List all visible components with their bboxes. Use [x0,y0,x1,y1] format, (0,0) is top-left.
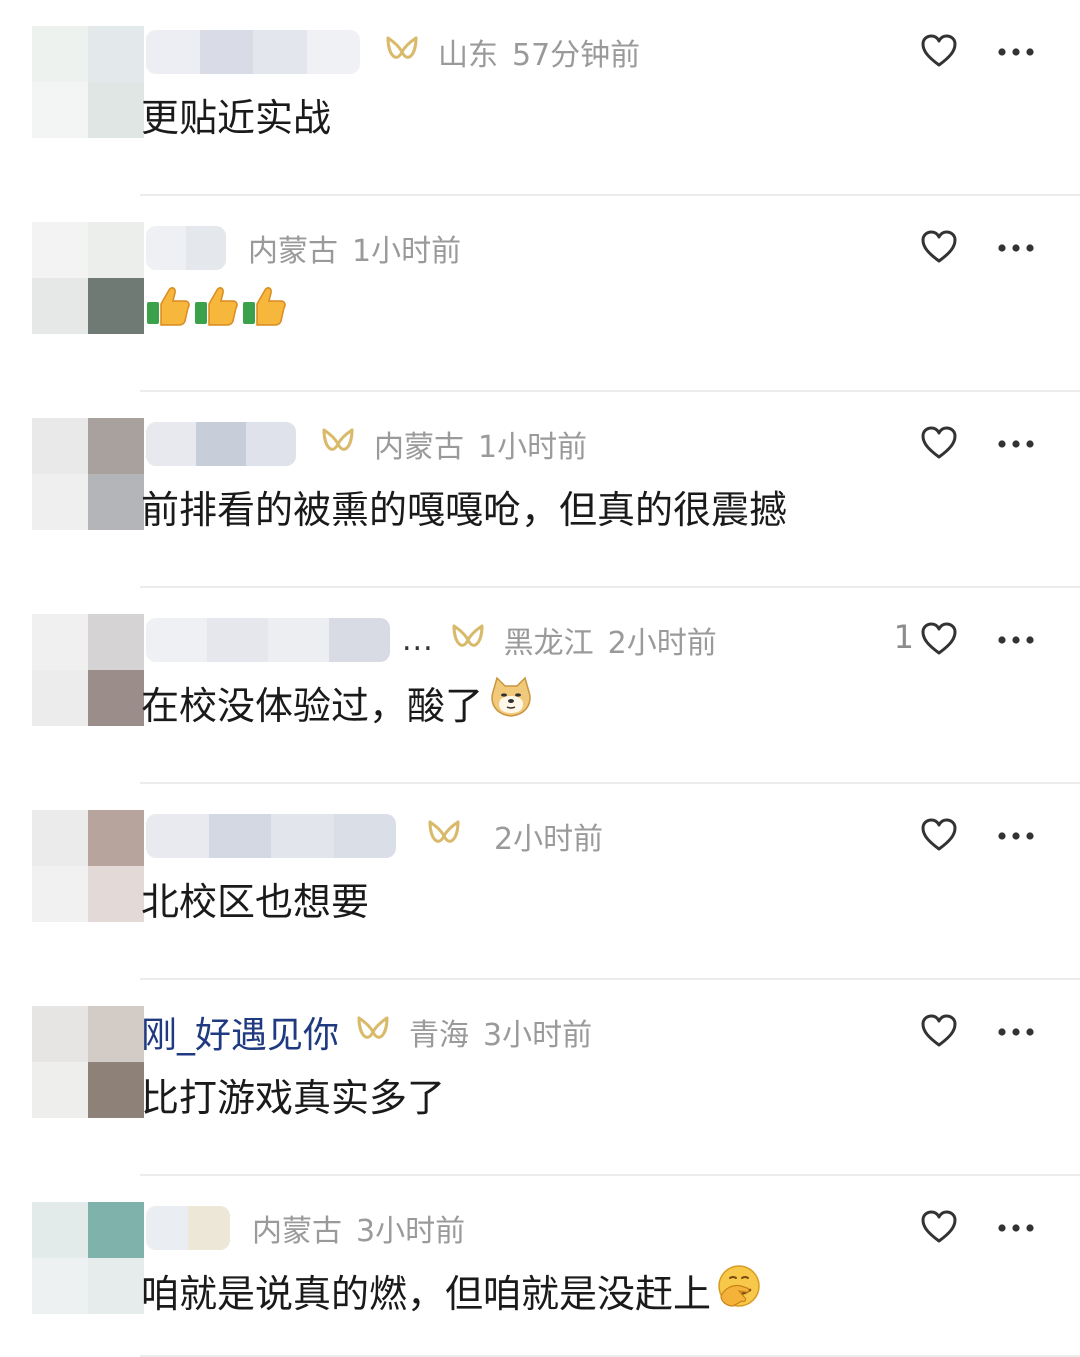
gold-badge-icon [428,820,460,843]
comment-meta: ... 黑龙江 2小时前 [388,618,717,662]
region-label: 内蒙古 [248,234,338,269]
comment-item: 刚_好遇见你 青海 3小时前 比打游戏真实多了 [0,980,1080,1176]
avatar[interactable] [32,1006,144,1118]
comment-item: ... 黑龙江 2小时前 在校没体验过，酸了 1 [0,588,1080,784]
heart-outline-icon[interactable] [920,425,958,461]
region-label: 黑龙江 [503,626,594,661]
timestamp: 1小时前 [478,430,588,465]
thumbs-up-icon [147,286,286,326]
comment-item: 内蒙古 3小时前 咱就是说真的燃，但咱就是没赶上 [0,1176,1080,1357]
comment-text: 更贴近实战 [141,95,332,140]
timestamp: 3小时前 [356,1214,466,1249]
comment-item: 山东 57分钟前 更贴近实战 [0,0,1080,196]
heart-outline-icon[interactable] [920,229,958,265]
heart-outline-icon[interactable] [920,1013,958,1049]
more-dots-icon[interactable] [996,628,1036,652]
region-label: 山东 [438,38,498,73]
comment-meta: 2小时前 [410,814,603,858]
gold-badge-icon [322,428,354,451]
doge-emoji [487,674,535,731]
username-censored[interactable] [146,422,296,466]
comment-list: 山东 57分钟前 更贴近实战 内蒙古 1小时前 内蒙古 1小时前 前排看的被熏的… [0,0,1080,1357]
thumbs-up-emoji-row [145,284,289,337]
username-ellipsis: ... [402,622,434,658]
avatar[interactable] [32,1202,144,1314]
region-label: 内蒙古 [252,1214,342,1249]
avatar[interactable] [32,222,144,334]
avatar[interactable] [32,418,144,530]
comment-meta: 内蒙古 3小时前 [238,1206,465,1250]
comment-item: 2小时前 北校区也想要 [0,784,1080,980]
more-dots-icon[interactable] [996,40,1036,64]
gold-badge-icon [357,1016,389,1039]
timestamp: 2小时前 [607,626,717,661]
username-censored[interactable] [146,814,396,858]
like-count: 1 [893,618,914,656]
more-dots-icon[interactable] [996,1216,1036,1240]
comment-text: 比打游戏真实多了 [141,1075,446,1120]
gold-badge-icon [386,36,418,59]
username-censored[interactable] [146,1206,230,1250]
username-censored[interactable] [146,618,390,662]
comment-meta: 刚_好遇见你 青海 3小时前 [141,1010,593,1056]
region-label: 内蒙古 [374,430,464,465]
facepalm-emoji [715,1262,763,1319]
more-dots-icon[interactable] [996,236,1036,260]
more-dots-icon[interactable] [996,824,1036,848]
comment-item: 内蒙古 1小时前 [0,196,1080,392]
heart-outline-icon[interactable] [920,1209,958,1245]
heart-outline-icon[interactable] [920,33,958,69]
more-dots-icon[interactable] [996,1020,1036,1044]
gold-badge-icon [452,624,484,647]
comment-meta: 山东 57分钟前 [368,30,640,74]
comment-text [141,284,289,336]
heart-outline-icon[interactable] [920,621,958,657]
username[interactable]: 刚_好遇见你 [141,1006,339,1058]
comment-text: 前排看的被熏的嘎嘎呛，但真的很震撼 [141,487,788,532]
username-censored[interactable] [146,30,360,74]
comment-item: 内蒙古 1小时前 前排看的被熏的嘎嘎呛，但真的很震撼 [0,392,1080,588]
avatar[interactable] [32,26,144,138]
region-label: 青海 [409,1018,470,1053]
more-dots-icon[interactable] [996,432,1036,456]
avatar[interactable] [32,810,144,922]
comment-meta: 内蒙古 1小时前 [234,226,461,270]
timestamp: 3小时前 [483,1018,593,1053]
timestamp: 1小时前 [352,234,462,269]
heart-outline-icon[interactable] [920,817,958,853]
comment-text: 咱就是说真的燃，但咱就是没赶上 [141,1264,763,1316]
username-censored[interactable] [146,226,226,270]
avatar[interactable] [32,614,144,726]
doge-icon [491,676,531,717]
comment-meta: 内蒙古 1小时前 [304,422,587,466]
comment-text: 北校区也想要 [141,879,370,924]
timestamp: 2小时前 [494,822,604,857]
facepalm-icon [718,1264,760,1307]
comment-text: 在校没体验过，酸了 [141,676,535,728]
timestamp: 57分钟前 [512,38,641,73]
